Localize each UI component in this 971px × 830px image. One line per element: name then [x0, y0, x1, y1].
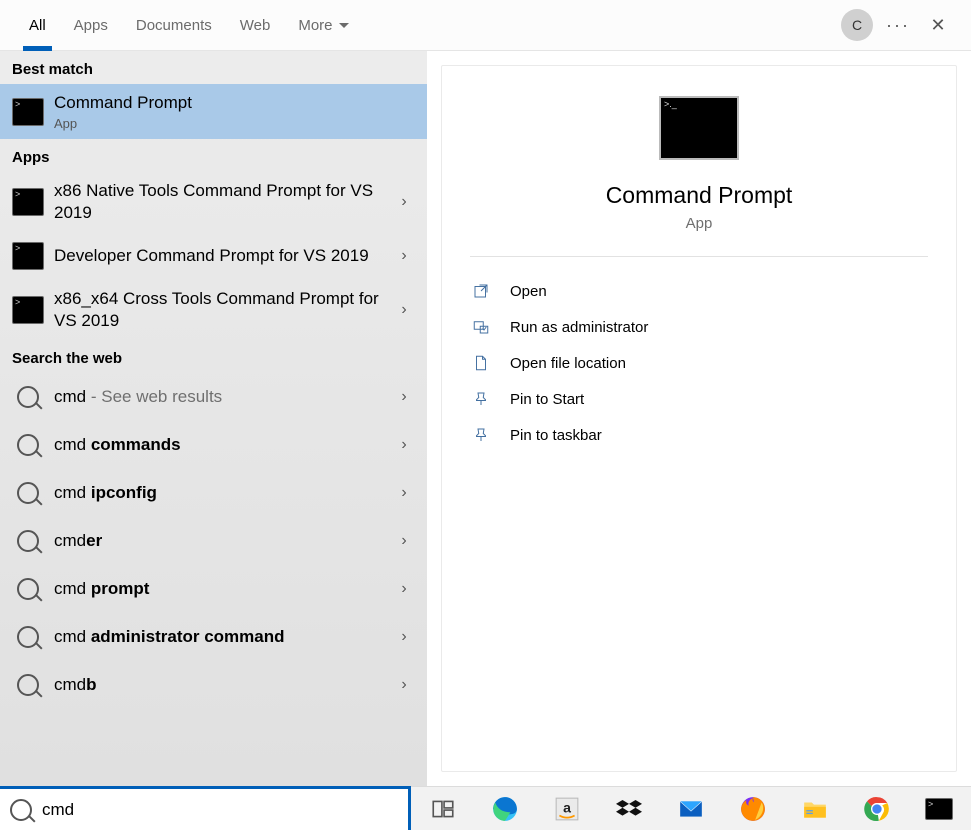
options-button[interactable]: ··· [883, 10, 913, 40]
search-icon [17, 434, 39, 456]
chevron-right-icon[interactable]: › [393, 247, 415, 265]
cmd-hero-icon [659, 96, 739, 160]
taskbar-chrome[interactable] [863, 795, 891, 823]
cmd-icon [12, 188, 44, 216]
detail-pane: Command Prompt App Open Run as administr… [441, 65, 957, 772]
pin-icon [472, 426, 490, 444]
search-icon [10, 799, 32, 821]
tab-apps[interactable]: Apps [60, 0, 122, 50]
admin-icon [472, 318, 490, 336]
taskbar-mail[interactable] [677, 795, 705, 823]
search-filter-tabs: All Apps Documents Web More C ··· ✕ [0, 0, 971, 51]
chevron-right-icon[interactable]: › [393, 193, 415, 211]
web-result[interactable]: cmdb› [0, 661, 427, 709]
result-title: cmd - See web results [54, 386, 393, 408]
search-input[interactable] [42, 800, 408, 820]
section-apps: Apps [0, 139, 427, 172]
action-open-file-location[interactable]: Open file location [470, 345, 928, 381]
action-label: Pin to taskbar [510, 427, 602, 444]
action-pin-to-taskbar[interactable]: Pin to taskbar [470, 417, 928, 453]
tab-web[interactable]: Web [226, 0, 285, 50]
tab-more[interactable]: More [284, 0, 362, 50]
action-pin-to-start[interactable]: Pin to Start [470, 381, 928, 417]
result-title: cmd commands [54, 434, 393, 456]
search-icon [17, 626, 39, 648]
taskbar-amazon[interactable]: a [553, 795, 581, 823]
chevron-right-icon[interactable]: › [393, 388, 415, 406]
action-run-as-admin[interactable]: Run as administrator [470, 309, 928, 345]
action-label: Run as administrator [510, 319, 648, 336]
taskbar: a [411, 786, 971, 830]
tab-all[interactable]: All [15, 0, 60, 50]
tab-documents[interactable]: Documents [122, 0, 226, 50]
action-label: Pin to Start [510, 391, 584, 408]
cmd-icon [925, 798, 953, 820]
result-title: cmd administrator command [54, 626, 393, 648]
chevron-right-icon[interactable]: › [393, 676, 415, 694]
web-result[interactable]: cmd ipconfig› [0, 469, 427, 517]
result-title: cmdb [54, 674, 393, 696]
search-icon [17, 482, 39, 504]
action-label: Open file location [510, 355, 626, 372]
taskbar-firefox[interactable] [739, 795, 767, 823]
close-button[interactable]: ✕ [923, 10, 953, 40]
folder-icon [472, 354, 490, 372]
cmd-icon [12, 98, 44, 126]
open-icon [472, 282, 490, 300]
results-list: Best match Command Prompt App Apps x86 N… [0, 51, 427, 786]
app-result[interactable]: x86_x64 Cross Tools Command Prompt for V… [0, 280, 427, 340]
chevron-right-icon[interactable]: › [393, 301, 415, 319]
web-result[interactable]: cmder› [0, 517, 427, 565]
web-result[interactable]: cmd prompt› [0, 565, 427, 613]
chevron-right-icon[interactable]: › [393, 436, 415, 454]
chevron-right-icon[interactable]: › [393, 580, 415, 598]
detail-subtitle: App [686, 215, 713, 232]
web-result[interactable]: cmd administrator command› [0, 613, 427, 661]
taskbar-dropbox[interactable] [615, 795, 643, 823]
app-result[interactable]: Developer Command Prompt for VS 2019 › [0, 232, 427, 280]
section-best-match: Best match [0, 51, 427, 84]
detail-title: Command Prompt [606, 182, 793, 209]
result-title: Command Prompt [54, 92, 415, 114]
result-subtitle: App [54, 116, 415, 131]
result-title: x86_x64 Cross Tools Command Prompt for V… [54, 288, 393, 332]
web-result[interactable]: cmd commands› [0, 421, 427, 469]
pin-icon [472, 390, 490, 408]
taskbar-task-view[interactable] [429, 795, 457, 823]
best-match-item[interactable]: Command Prompt App [0, 84, 427, 139]
account-avatar[interactable]: C [841, 9, 873, 41]
action-label: Open [510, 283, 547, 300]
search-icon [17, 674, 39, 696]
result-title: Developer Command Prompt for VS 2019 [54, 245, 393, 267]
action-open[interactable]: Open [470, 273, 928, 309]
cmd-icon [12, 242, 44, 270]
result-title: cmd prompt [54, 578, 393, 600]
search-icon [17, 530, 39, 552]
search-box[interactable] [0, 786, 411, 830]
result-title: cmd ipconfig [54, 482, 393, 504]
chevron-right-icon[interactable]: › [393, 484, 415, 502]
result-title: cmder [54, 530, 393, 552]
web-result[interactable]: cmd - See web results› [0, 373, 427, 421]
section-search-web: Search the web [0, 340, 427, 373]
svg-text:a: a [563, 799, 571, 815]
cmd-icon [12, 296, 44, 324]
chevron-right-icon[interactable]: › [393, 628, 415, 646]
chevron-down-icon [339, 23, 349, 28]
search-icon [17, 578, 39, 600]
result-title: x86 Native Tools Command Prompt for VS 2… [54, 180, 393, 224]
taskbar-cmd[interactable] [925, 795, 953, 823]
search-icon [17, 386, 39, 408]
taskbar-edge[interactable] [491, 795, 519, 823]
app-result[interactable]: x86 Native Tools Command Prompt for VS 2… [0, 172, 427, 232]
chevron-right-icon[interactable]: › [393, 532, 415, 550]
taskbar-file-explorer[interactable] [801, 795, 829, 823]
